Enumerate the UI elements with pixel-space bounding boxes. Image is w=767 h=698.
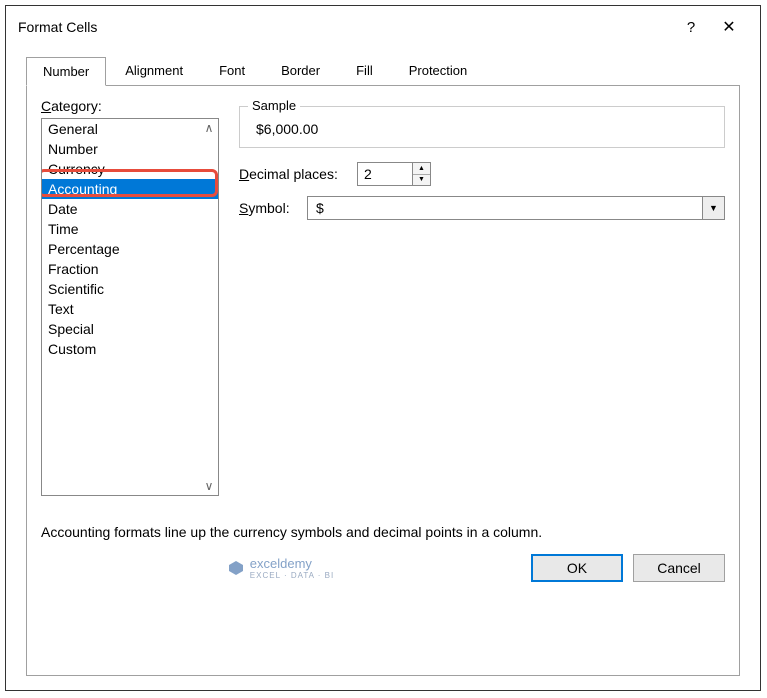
list-item[interactable]: Date (42, 199, 218, 219)
titlebar: Format Cells ? ✕ (6, 6, 760, 48)
list-item[interactable]: Number (42, 139, 218, 159)
tab-number[interactable]: Number (26, 57, 106, 86)
list-item[interactable]: Accounting (42, 179, 218, 199)
list-item[interactable]: Scientific (42, 279, 218, 299)
list-item[interactable]: Fraction (42, 259, 218, 279)
decimal-label: Decimal places: (239, 166, 349, 182)
symbol-combo[interactable]: ▼ (307, 196, 725, 220)
cancel-button[interactable]: Cancel (633, 554, 725, 582)
tab-font[interactable]: Font (202, 56, 262, 85)
sample-value: $6,000.00 (250, 121, 714, 137)
category-description: Accounting formats line up the currency … (41, 524, 725, 540)
ok-button[interactable]: OK (531, 554, 623, 582)
list-item[interactable]: Currency (42, 159, 218, 179)
list-item[interactable]: General (42, 119, 218, 139)
tab-fill[interactable]: Fill (339, 56, 390, 85)
list-item[interactable]: Special (42, 319, 218, 339)
watermark-sub: EXCEL · DATA · BI (250, 571, 334, 580)
list-item[interactable]: Percentage (42, 239, 218, 259)
category-listbox[interactable]: General Number Currency Accounting Date … (41, 118, 219, 496)
list-item[interactable]: Text (42, 299, 218, 319)
spin-down-icon[interactable]: ▼ (413, 175, 430, 186)
tab-border[interactable]: Border (264, 56, 337, 85)
dialog-title: Format Cells (18, 19, 672, 35)
watermark: exceldemy EXCEL · DATA · BI (41, 556, 521, 580)
list-item[interactable]: Custom (42, 339, 218, 359)
symbol-input[interactable] (307, 196, 703, 220)
spin-up-icon[interactable]: ▲ (413, 163, 430, 175)
tab-alignment[interactable]: Alignment (108, 56, 200, 85)
logo-icon (228, 560, 244, 576)
decimal-input[interactable] (357, 162, 413, 186)
watermark-text: exceldemy (250, 556, 334, 571)
tab-strip: Number Alignment Font Border Fill Protec… (26, 56, 740, 85)
scroll-down-icon[interactable]: ∨ (202, 479, 216, 493)
tab-protection[interactable]: Protection (392, 56, 485, 85)
format-cells-dialog: Format Cells ? ✕ Number Alignment Font B… (5, 5, 761, 691)
scroll-up-icon[interactable]: ∧ (202, 121, 216, 135)
close-button[interactable]: ✕ (710, 17, 748, 37)
help-button[interactable]: ? (672, 19, 710, 36)
list-item[interactable]: Time (42, 219, 218, 239)
symbol-label: Symbol: (239, 200, 299, 216)
sample-group: Sample $6,000.00 (239, 106, 725, 148)
decimal-spinner[interactable]: ▲ ▼ (357, 162, 431, 186)
sample-label: Sample (248, 98, 300, 113)
chevron-down-icon[interactable]: ▼ (703, 196, 725, 220)
category-label: Category: (41, 98, 221, 114)
tab-panel: Category: General Number Currency Accoun… (26, 85, 740, 676)
